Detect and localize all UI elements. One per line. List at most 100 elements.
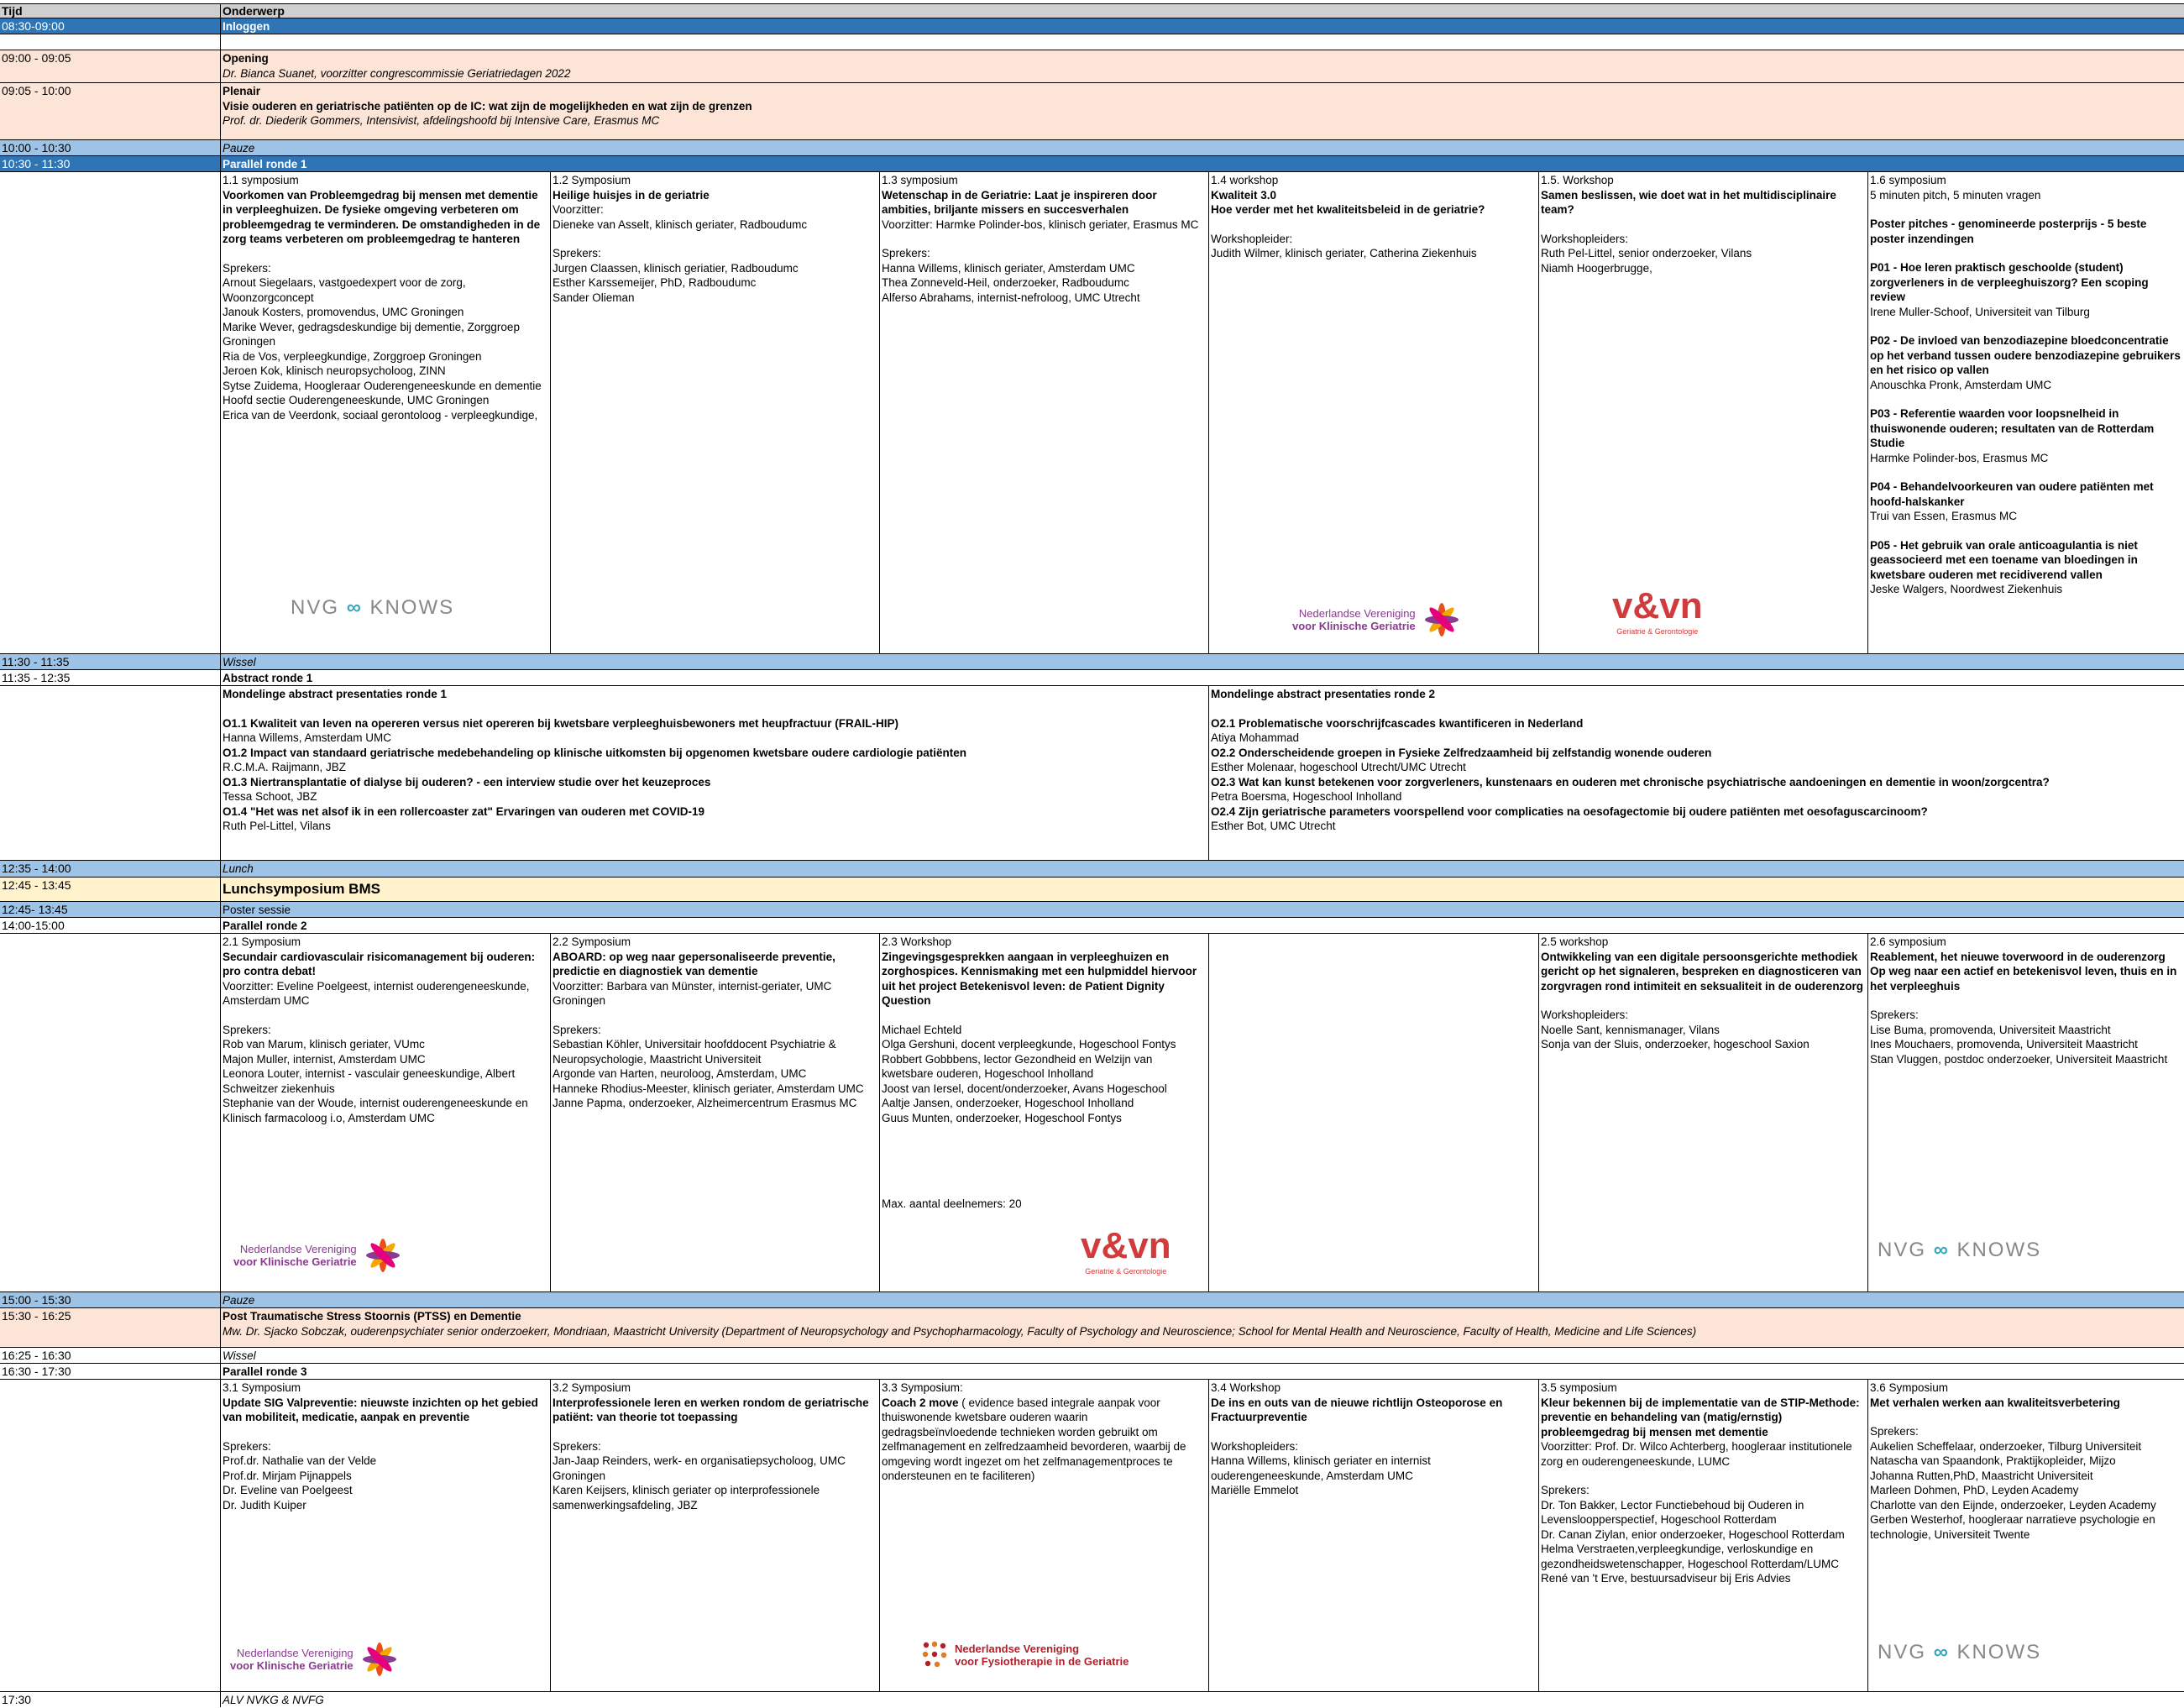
row-opening: 09:00 - 09:05 Opening Dr. Bianca Suanet, … xyxy=(0,50,2184,83)
session-type: 1.6 symposium xyxy=(1870,174,1946,186)
person: René van 't Erve, bestuursadviseur bij E… xyxy=(1541,1572,1791,1585)
chair: Voorzitter: Eveline Poelgeest, internist… xyxy=(223,979,530,1008)
row-inloggen: 08:30-09:00 Inloggen xyxy=(0,18,2184,34)
grid-line xyxy=(550,934,551,1292)
session-title: Heilige huisjes in de geriatrie xyxy=(553,188,710,202)
grid-line xyxy=(879,934,880,1292)
speakers-label: Sprekers: xyxy=(553,1023,601,1036)
nvg-knows-logo: NVG ∞ KNOWS xyxy=(1878,1641,2042,1663)
row-time: 12:35 - 14:00 xyxy=(2,862,71,875)
session-1-6: 1.6 symposium 5 minuten pitch, 5 minuten… xyxy=(1867,172,2184,654)
abstract-item-author: R.C.M.A. Raijmann, JBZ xyxy=(223,761,347,773)
session-title: Interprofessionele leren en werken rondo… xyxy=(553,1396,869,1424)
header-subject: Onderwerp xyxy=(223,4,285,18)
person: Charlotte van den Eijnde, onderzoeker, L… xyxy=(1870,1498,2156,1512)
person: Erica van de Veerdonk, sociaal gerontolo… xyxy=(223,408,538,422)
grid-line xyxy=(1867,934,1868,1292)
session-title: Ontwikkeling van een digitale persoonsge… xyxy=(1541,950,1864,993)
row-parallel-3: 16:30 - 17:30 Parallel ronde 3 xyxy=(0,1364,2184,1380)
person: Lise Buma, promovenda, Universiteit Maas… xyxy=(1870,1023,2111,1036)
row-time: 08:30-09:00 xyxy=(2,19,65,33)
abstract-round-2: Mondelinge abstract presentaties ronde 2… xyxy=(1208,686,2184,861)
person: Jeroen Kok, klinisch neuropsycholoog, ZI… xyxy=(223,364,446,377)
leader-label: Workshopleiders: xyxy=(1211,1439,1299,1453)
poster-title: P03 - Referentie waarden voor loopsnelhe… xyxy=(1870,407,2155,449)
grid-line xyxy=(1867,172,1868,654)
person: Prof.dr. Nathalie van der Velde xyxy=(223,1454,377,1467)
speakers-label: Sprekers: xyxy=(223,1439,271,1453)
row-title: Parallel ronde 1 xyxy=(223,158,307,170)
person: Stan Vluggen, postdoc onderzoeker, Unive… xyxy=(1870,1052,2168,1066)
session-type: 1.1 symposium xyxy=(223,174,299,186)
leader-label: Workshopleiders: xyxy=(1541,1009,1629,1021)
nvkg-logo: Nederlandse Vereniging voor Klinische Ger… xyxy=(1292,600,1461,639)
vvn-logo: v&vn Geriatrie & Gerontologie xyxy=(1081,1225,1171,1276)
row-time: 09:00 - 09:05 xyxy=(2,51,71,65)
person: Michael Echteld xyxy=(882,1023,962,1036)
poster-title: P05 - Het gebruik van orale anticoagulan… xyxy=(1870,538,2138,581)
person: Ria de Vos, verpleegkundige, Zorggroep G… xyxy=(223,349,482,363)
grid-line xyxy=(1208,686,1209,861)
session-type: 2.2 Symposium xyxy=(553,935,631,948)
person: Noelle Sant, kennismanager, Vilans xyxy=(1541,1023,1720,1036)
session-title: Zingevingsgesprekken aangaan in verpleeg… xyxy=(882,950,1197,1008)
chair-label: Voorzitter: xyxy=(553,203,604,216)
session-1-1: 1.1 symposium Voorkomen van Probleemgedr… xyxy=(220,172,550,654)
grid-line xyxy=(879,172,880,654)
session-type: 3.6 Symposium xyxy=(1870,1381,1949,1394)
session-2-3: 2.3 Workshop Zingevingsgesprekken aangaa… xyxy=(879,934,1208,1292)
session-3-6: 3.6 Symposium Met verhalen werken aan kw… xyxy=(1867,1380,2184,1692)
grid-line xyxy=(1538,172,1539,654)
grid-line xyxy=(550,172,551,654)
person: Dr. Eveline van Poelgeest xyxy=(223,1484,353,1496)
session-title: Poster pitches - genomineerde posterprij… xyxy=(1870,217,2147,245)
session-2-4-empty xyxy=(1208,934,1538,1292)
abstract-item-author: Ruth Pel-Littel, Vilans xyxy=(223,820,331,832)
row-title: Lunch xyxy=(223,862,254,875)
person: Alferso Abrahams, internist-nefroloog, U… xyxy=(882,291,1140,304)
row-subtitle: Prof. dr. Diederik Gommers, Intensivist,… xyxy=(223,114,660,127)
session-title: Voorkomen van Probleemgedrag bij mensen … xyxy=(223,188,541,246)
row-time: 17:30 xyxy=(2,1693,32,1706)
session-type: 2.5 workshop xyxy=(1541,935,1609,948)
poster-author: Jeske Walgers, Noordwest Ziekenhuis xyxy=(1870,583,2063,595)
poster-title: P01 - Hoe leren praktisch geschoolde (st… xyxy=(1870,261,2149,303)
abstract-round-1: Mondelinge abstract presentaties ronde 1… xyxy=(220,686,1208,861)
row-title: Parallel ronde 3 xyxy=(223,1365,307,1378)
person: Jan-Jaap Reinders, werk- en organisatiep… xyxy=(553,1454,846,1482)
row-pauze-2: 15:00 - 15:30 Pauze xyxy=(0,1292,2184,1308)
person: Guus Munten, onderzoeker, Hogeschool Fon… xyxy=(882,1111,1122,1124)
abstract-item-title: O2.4 Zijn geriatrische parameters voorsp… xyxy=(1211,804,1928,818)
row-subtitle: Dr. Bianca Suanet, voorzitter congrescom… xyxy=(223,66,571,80)
grid-line xyxy=(1867,1380,1868,1692)
round1-block: 1.1 symposium Voorkomen van Probleemgedr… xyxy=(0,172,2184,654)
speakers-label: Sprekers: xyxy=(1870,1425,1919,1438)
person: Marleen Dohmen, PhD, Leyden Academy xyxy=(1870,1484,2079,1496)
grid-line xyxy=(879,1380,880,1692)
row-title: Wissel xyxy=(223,656,256,668)
session-type: 3.1 Symposium xyxy=(223,1381,301,1394)
grid-line xyxy=(1208,934,1209,1292)
row-time: 16:25 - 16:30 xyxy=(2,1349,71,1362)
person: Argonde van Harten, neuroloog, Amsterdam… xyxy=(553,1067,807,1080)
speakers-label: Sprekers: xyxy=(223,1023,271,1036)
person: Helma Verstraeten,verpleegkundige, verlo… xyxy=(1541,1543,1839,1570)
session-3-5: 3.5 symposium Kleur bekennen bij de impl… xyxy=(1538,1380,1867,1692)
abstract-item-author: Petra Boersma, Hogeschool Inholland xyxy=(1211,790,1402,803)
chair: Dieneke van Asselt, klinisch geriater, R… xyxy=(553,217,808,231)
poster-author: Anouschka Pronk, Amsterdam UMC xyxy=(1870,378,2052,391)
person: Majon Muller, internist, Amsterdam UMC xyxy=(223,1052,426,1066)
abstract-item-author: Tessa Schoot, JBZ xyxy=(223,790,317,803)
poster-author: Irene Muller-Schoof, Universiteit van Ti… xyxy=(1870,305,2090,318)
abstract-item-author: Esther Molenaar, hogeschool Utrecht/UMC … xyxy=(1211,761,1466,773)
person: Karen Keijsers, klinisch geriater op int… xyxy=(553,1484,820,1512)
person: Janouk Kosters, promovendus, UMC Groning… xyxy=(223,306,464,318)
session-3-2: 3.2 Symposium Interprofessionele leren e… xyxy=(550,1380,879,1692)
row-title: Inloggen xyxy=(223,20,270,33)
person: Thea Zonneveld-Heil, onderzoeker, Radbou… xyxy=(882,276,1129,289)
row-title: Visie ouderen en geriatrische patiënten … xyxy=(223,99,752,113)
abstract-item-title: O1.1 Kwaliteit van leven na opereren ver… xyxy=(223,716,898,730)
row-time: 09:05 - 10:00 xyxy=(2,84,71,97)
session-type: 3.5 symposium xyxy=(1541,1381,1617,1394)
poster-title: P02 - De invloed van benzodiazepine bloe… xyxy=(1870,334,2181,376)
